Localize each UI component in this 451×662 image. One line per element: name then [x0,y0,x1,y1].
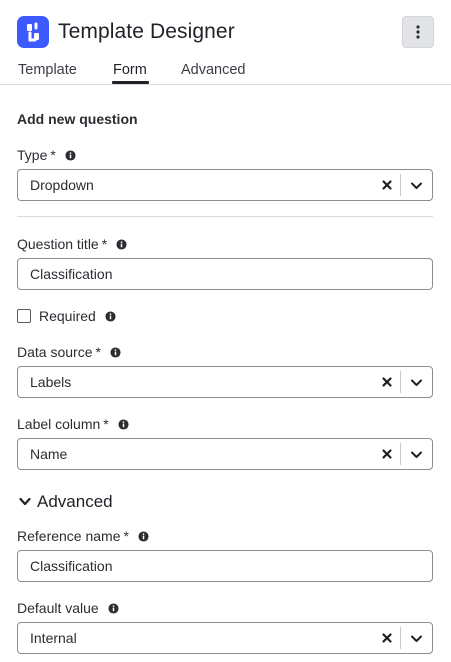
required-checkbox-label-text: Required [39,308,96,324]
dropdown-toggle-button[interactable] [401,623,432,653]
chevron-down-icon [19,497,31,506]
required-mark: * [123,528,129,544]
app-header: Template Designer [17,16,434,48]
chevron-down-icon [411,182,422,189]
section-title: Add new question [17,111,138,127]
reference-name-input[interactable] [17,550,433,582]
dropdown-toggle-button[interactable] [401,170,432,200]
tab-form[interactable]: Form [113,60,147,80]
label-column-dropdown-value: Name [30,446,68,462]
tab-template[interactable]: Template [18,60,77,80]
app-logo-icon [17,16,49,48]
question-title-input[interactable] [17,258,433,290]
type-dropdown-value: Dropdown [30,177,94,193]
app-title: Template Designer [58,20,235,43]
data-source-label-text: Data source [17,344,93,360]
chevron-down-icon [411,451,422,458]
question-title-label: Question title * [17,235,127,253]
label-column-label-text: Label column [17,416,101,432]
info-icon[interactable] [65,150,76,161]
default-value-dropdown[interactable]: Internal [17,622,433,654]
chevron-down-icon [411,379,422,386]
data-source-dropdown-value: Labels [30,374,72,390]
data-source-label: Data source * [17,343,121,361]
divider [17,216,433,217]
required-mark: * [103,416,109,432]
type-label-text: Type [17,147,48,163]
dropdown-toggle-button[interactable] [401,439,432,469]
tab-bar: Template Form Advanced [0,58,451,85]
clear-icon[interactable] [380,178,394,192]
required-mark: * [101,236,108,252]
info-icon[interactable] [108,603,119,614]
more-options-button[interactable] [402,16,434,48]
info-icon[interactable] [116,239,127,250]
info-icon[interactable] [110,347,121,358]
default-value-label: Default value [17,599,119,617]
chevron-down-icon [411,635,422,642]
label-column-dropdown[interactable]: Name [17,438,433,470]
clear-icon[interactable] [380,631,394,645]
type-label: Type * [17,146,76,164]
data-source-dropdown[interactable]: Labels [17,366,433,398]
required-mark: * [50,147,56,163]
tab-advanced[interactable]: Advanced [181,60,246,80]
default-value-dropdown-value: Internal [30,630,77,646]
info-icon[interactable] [118,419,129,430]
reference-name-label: Reference name * [17,527,149,545]
required-checkbox-label: Required [39,307,116,325]
required-checkbox[interactable] [17,309,31,323]
active-tab-indicator [112,81,149,84]
advanced-section-label: Advanced [37,492,113,511]
default-value-label-text: Default value [17,600,99,616]
info-icon[interactable] [138,531,149,542]
question-title-label-text: Question title [17,236,99,252]
label-column-label: Label column * [17,415,129,433]
required-mark: * [95,344,101,360]
dropdown-toggle-button[interactable] [401,367,432,397]
type-dropdown[interactable]: Dropdown [17,169,433,201]
clear-icon[interactable] [380,375,394,389]
more-vertical-icon [416,25,420,39]
clear-icon[interactable] [380,447,394,461]
info-icon[interactable] [105,311,116,322]
reference-name-label-text: Reference name [17,528,121,544]
